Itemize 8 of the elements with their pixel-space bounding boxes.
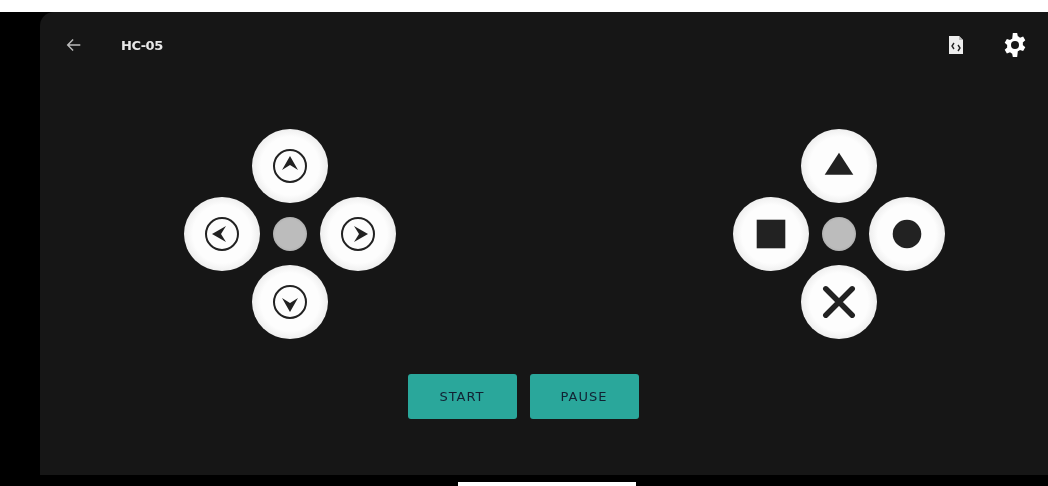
device-title: HC-05 — [121, 37, 163, 53]
action-button[interactable]: PAUSE — [529, 374, 639, 419]
back-arrow-icon[interactable] — [65, 36, 83, 54]
document-icon[interactable] — [948, 35, 964, 55]
center-button[interactable] — [822, 217, 856, 251]
action-button[interactable]: START — [407, 374, 517, 419]
center-button[interactable] — [273, 217, 307, 251]
settings-icon[interactable] — [1002, 32, 1028, 58]
